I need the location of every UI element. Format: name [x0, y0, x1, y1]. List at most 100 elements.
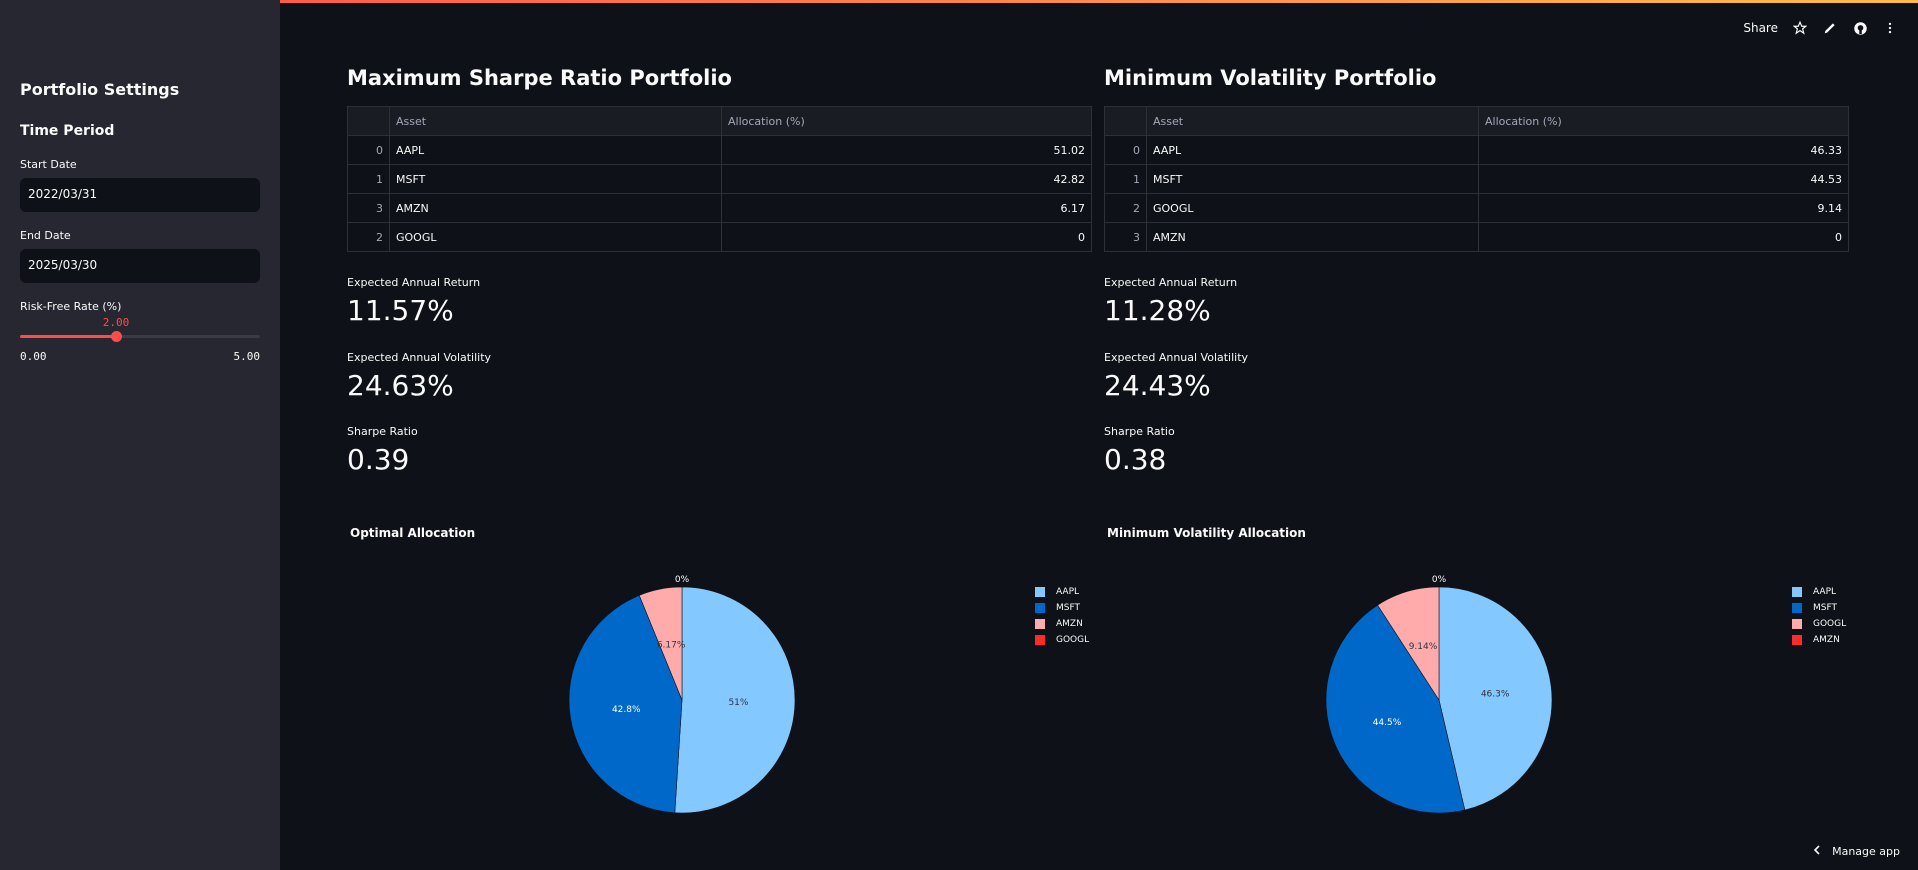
- table-header-row: Asset Allocation (%): [347, 106, 1092, 136]
- index-header: [1104, 106, 1147, 136]
- pie-slice-label: 0%: [1432, 575, 1447, 585]
- allocation-table[interactable]: Asset Allocation (%) 0 AAPL 51.02 1 MSFT 42.…: [347, 106, 1092, 252]
- legend-swatch: [1792, 635, 1802, 645]
- volatility-label: Expected Annual Volatility: [1104, 351, 1249, 364]
- allocation-table[interactable]: Asset Allocation (%) 0 AAPL 46.33 1 MSFT 44.…: [1104, 106, 1849, 252]
- end-date-label: End Date: [20, 229, 71, 242]
- column-title: Minimum Volatility Portfolio: [1104, 66, 1437, 90]
- volatility-label: Expected Annual Volatility: [347, 351, 492, 364]
- slider-thumb[interactable]: [111, 331, 122, 342]
- manage-app-button[interactable]: Manage app: [1812, 845, 1900, 858]
- asset-cell: AMZN: [1146, 222, 1479, 252]
- table-header-row: Asset Allocation (%): [1104, 106, 1849, 136]
- risk-free-rate-slider[interactable]: [20, 331, 260, 342]
- return-label: Expected Annual Return: [1104, 276, 1238, 289]
- asset-cell: GOOGL: [1146, 193, 1479, 223]
- legend-label: AMZN: [1813, 635, 1840, 645]
- asset-cell: MSFT: [389, 164, 722, 194]
- table-row: 0 AAPL 51.02: [347, 135, 1092, 165]
- legend-label: MSFT: [1056, 603, 1080, 613]
- table-row: 1 MSFT 44.53: [1104, 164, 1849, 194]
- sharpe-label: Sharpe Ratio: [1104, 425, 1175, 438]
- legend-swatch: [1792, 587, 1802, 597]
- asset-header[interactable]: Asset: [389, 106, 722, 136]
- legend-label: AMZN: [1056, 619, 1083, 629]
- allocation-pie-chart[interactable]: 46.3% 44.5% 9.14% 0%: [1309, 570, 1569, 830]
- table-row: 1 MSFT 42.82: [347, 164, 1092, 194]
- column-title: Maximum Sharpe Ratio Portfolio: [347, 66, 732, 90]
- pie-slice-label: 6.17%: [657, 641, 686, 651]
- legend-item[interactable]: AAPL: [1792, 584, 1846, 600]
- allocation-cell: 46.33: [1478, 135, 1849, 165]
- table-row: 3 AMZN 0: [1104, 222, 1849, 252]
- legend-item[interactable]: AMZN: [1792, 632, 1846, 648]
- pie-slice-label: 44.5%: [1373, 718, 1402, 728]
- pie-slice-label: 9.14%: [1409, 642, 1438, 652]
- row-index: 1: [1104, 164, 1147, 194]
- row-index: 1: [347, 164, 390, 194]
- table-row: 0 AAPL 46.33: [1104, 135, 1849, 165]
- legend-item[interactable]: AMZN: [1035, 616, 1089, 632]
- volatility-value: 24.63%: [347, 369, 454, 402]
- row-index: 0: [1104, 135, 1147, 165]
- allocation-cell: 44.53: [1478, 164, 1849, 194]
- chart-legend[interactable]: AAPL MSFT GOOGL AMZN: [1792, 584, 1846, 648]
- legend-label: MSFT: [1813, 603, 1837, 613]
- legend-item[interactable]: MSFT: [1035, 600, 1089, 616]
- time-period-heading: Time Period: [20, 123, 115, 139]
- legend-label: GOOGL: [1813, 619, 1847, 629]
- sidebar-title: Portfolio Settings: [20, 80, 180, 99]
- more-menu-icon[interactable]: [1882, 20, 1898, 36]
- legend-swatch: [1035, 587, 1045, 597]
- risk-free-rate-value: 2.00: [102, 316, 130, 329]
- sharpe-label: Sharpe Ratio: [347, 425, 418, 438]
- return-value: 11.57%: [347, 294, 454, 327]
- legend-item[interactable]: MSFT: [1792, 600, 1846, 616]
- allocation-cell: 42.82: [721, 164, 1092, 194]
- top-toolbar: Share: [1743, 20, 1898, 36]
- allocation-cell: 51.02: [721, 135, 1092, 165]
- index-header: [347, 106, 390, 136]
- asset-cell: MSFT: [1146, 164, 1479, 194]
- legend-label: AAPL: [1056, 587, 1080, 597]
- risk-free-rate-label: Risk-Free Rate (%): [20, 300, 122, 313]
- asset-cell: AAPL: [389, 135, 722, 165]
- legend-item[interactable]: GOOGL: [1035, 632, 1089, 648]
- legend-swatch: [1035, 619, 1045, 629]
- legend-swatch: [1792, 603, 1802, 613]
- edit-pencil-icon[interactable]: [1822, 20, 1838, 36]
- github-icon[interactable]: [1852, 20, 1868, 36]
- table-row: 3 AMZN 6.17: [347, 193, 1092, 223]
- row-index: 3: [347, 193, 390, 223]
- volatility-value: 24.43%: [1104, 369, 1211, 402]
- allocation-pie-chart[interactable]: 51% 42.8% 6.17% 0%: [552, 570, 812, 830]
- asset-header[interactable]: Asset: [1146, 106, 1479, 136]
- pie-slice-label: 0%: [675, 575, 690, 585]
- sharpe-value: 0.39: [347, 443, 410, 476]
- star-icon[interactable]: [1792, 20, 1808, 36]
- chart-title: Minimum Volatility Allocation: [1107, 526, 1306, 540]
- allocation-cell: 6.17: [721, 193, 1092, 223]
- slider-fill: [20, 335, 116, 338]
- legend-item[interactable]: AAPL: [1035, 584, 1089, 600]
- legend-item[interactable]: GOOGL: [1792, 616, 1846, 632]
- legend-swatch: [1035, 635, 1045, 645]
- row-index: 0: [347, 135, 390, 165]
- chart-legend[interactable]: AAPL MSFT AMZN GOOGL: [1035, 584, 1089, 648]
- allocation-header[interactable]: Allocation (%): [721, 106, 1092, 136]
- legend-swatch: [1792, 619, 1802, 629]
- asset-cell: AMZN: [389, 193, 722, 223]
- allocation-header[interactable]: Allocation (%): [1478, 106, 1849, 136]
- share-button[interactable]: Share: [1743, 21, 1778, 35]
- start-date-input[interactable]: 2022/03/31: [20, 178, 260, 212]
- start-date-label: Start Date: [20, 158, 77, 171]
- allocation-cell: 0: [1478, 222, 1849, 252]
- sharpe-value: 0.38: [1104, 443, 1167, 476]
- return-label: Expected Annual Return: [347, 276, 481, 289]
- manage-app-label: Manage app: [1832, 845, 1900, 858]
- legend-swatch: [1035, 603, 1045, 613]
- return-value: 11.28%: [1104, 294, 1211, 327]
- pie-slice-label: 42.8%: [612, 705, 641, 715]
- row-index: 3: [1104, 222, 1147, 252]
- end-date-input[interactable]: 2025/03/30: [20, 249, 260, 283]
